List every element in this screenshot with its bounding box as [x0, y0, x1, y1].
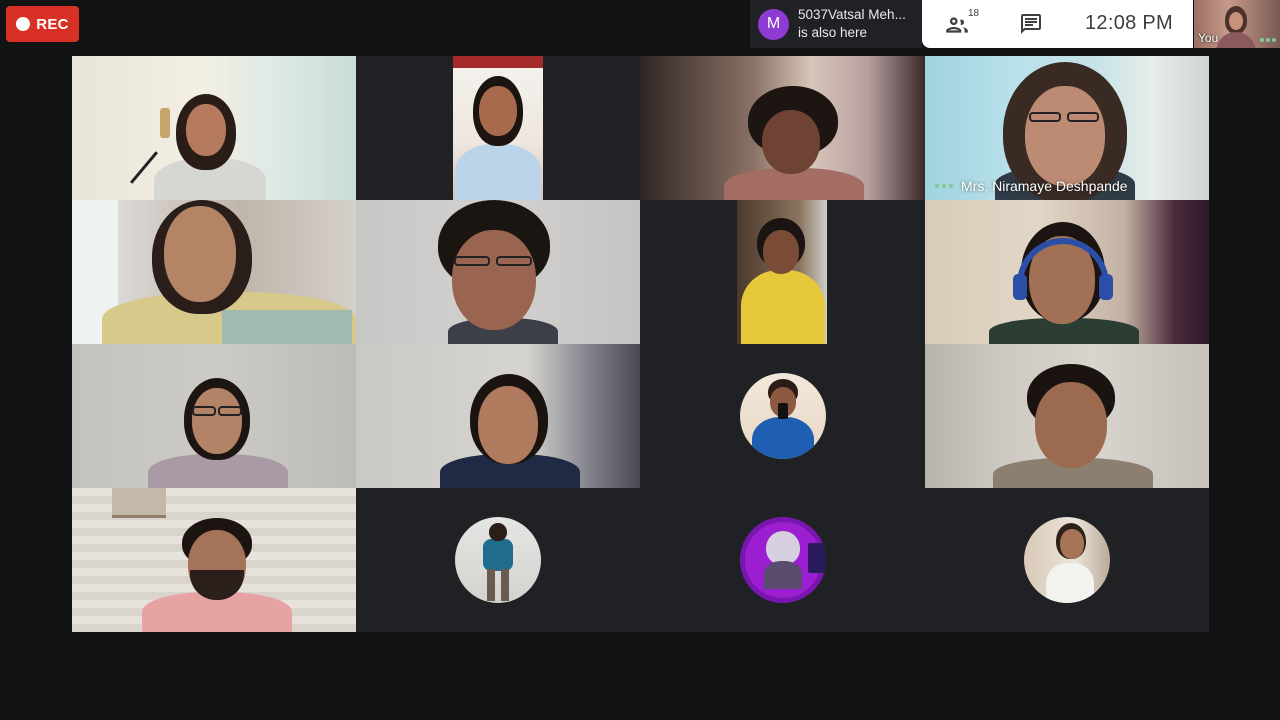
participant-name-tag: Mrs. Niramaye Deshpande	[935, 178, 1128, 194]
participant-tile[interactable]	[640, 200, 925, 344]
participant-tile[interactable]	[640, 344, 925, 488]
participant-avatar	[1024, 517, 1110, 603]
participant-name: Mrs. Niramaye Deshpande	[961, 178, 1128, 194]
active-speaker-tile[interactable]: Mrs. Niramaye Deshpande	[925, 56, 1209, 200]
participant-tile[interactable]	[72, 56, 356, 200]
video-feed	[72, 200, 356, 344]
self-face	[1229, 12, 1243, 30]
video-feed	[72, 56, 356, 200]
record-dot-icon	[16, 17, 31, 31]
recording-indicator: REC	[6, 6, 79, 42]
participant-count: 18	[968, 8, 980, 19]
participant-grid: Mrs. Niramaye Deshpande	[72, 56, 1209, 632]
participant-tile[interactable]	[640, 56, 925, 200]
people-icon	[946, 17, 968, 33]
video-feed	[925, 200, 1209, 344]
participant-avatar	[455, 517, 541, 603]
participant-tile[interactable]	[925, 488, 1209, 632]
chat-icon	[1021, 14, 1041, 34]
participant-tile[interactable]	[356, 488, 640, 632]
toast-text: 5037Vatsal Meh... is also here	[798, 6, 906, 42]
participant-avatar	[739, 517, 826, 603]
participant-tile[interactable]	[72, 200, 356, 344]
audio-indicator-icon	[935, 184, 953, 188]
self-view-tile[interactable]: You	[1194, 0, 1280, 48]
video-feed	[72, 488, 356, 632]
video-feed	[356, 344, 640, 488]
toast-avatar: M	[758, 8, 789, 40]
meeting-info-bar: 18 12:08 PM	[922, 0, 1193, 48]
participant-tile[interactable]	[356, 344, 640, 488]
recording-label: REC	[36, 15, 69, 33]
chat-button[interactable]	[1019, 12, 1043, 36]
self-body	[1216, 32, 1256, 48]
meeting-clock: 12:08 PM	[1085, 12, 1174, 34]
participant-joined-toast: M 5037Vatsal Meh... is also here	[750, 0, 922, 48]
participants-button[interactable]: 18	[944, 8, 984, 38]
toast-participant-name: 5037Vatsal Meh...	[798, 7, 906, 22]
video-feed	[737, 200, 827, 344]
audio-indicator-icon	[1260, 38, 1276, 42]
participant-avatar	[739, 373, 826, 459]
participant-tile[interactable]	[356, 200, 640, 344]
toast-message: is also here	[798, 25, 868, 40]
video-feed	[72, 344, 356, 488]
participant-tile[interactable]	[72, 344, 356, 488]
participant-tile[interactable]	[356, 56, 640, 200]
participant-tile[interactable]	[925, 200, 1209, 344]
self-view-label: You	[1198, 31, 1219, 45]
participant-tile[interactable]	[640, 488, 925, 632]
video-feed	[453, 56, 543, 200]
video-feed	[925, 344, 1209, 488]
participant-tile[interactable]	[925, 344, 1209, 488]
video-feed	[356, 200, 640, 344]
participant-tile[interactable]	[72, 488, 356, 632]
video-feed	[640, 56, 925, 200]
